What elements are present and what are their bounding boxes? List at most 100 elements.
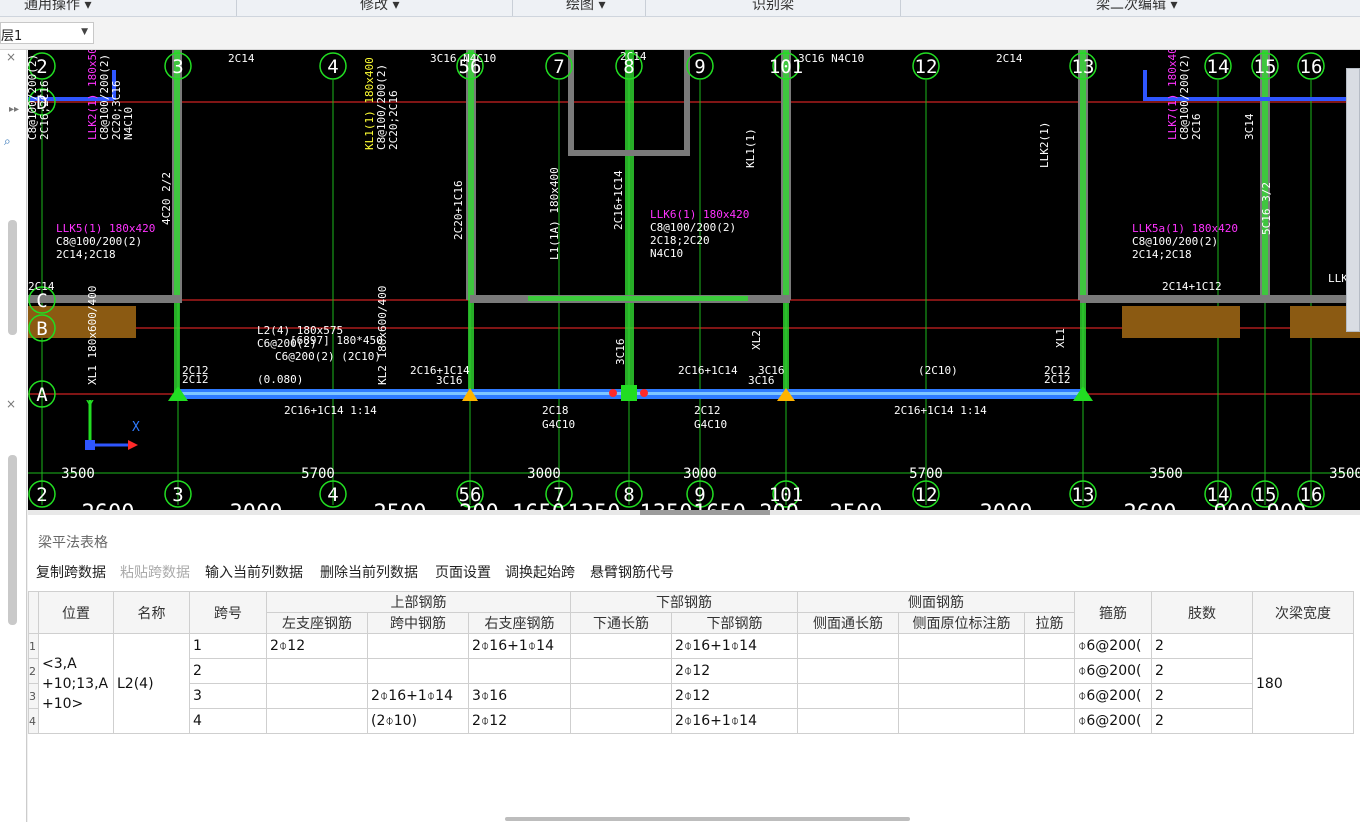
side-through-cell[interactable] xyxy=(797,708,899,734)
cantilever-code-button[interactable]: 悬臂钢筋代号 xyxy=(590,562,674,582)
table-row[interactable]: 1 <3,A +10;13,A +10> L2(4) 1 2⌽12 2⌽16+1… xyxy=(28,633,1354,734)
table-horizontal-scrollbar[interactable] xyxy=(505,817,910,821)
ribbon-general-ops[interactable]: 通用操作 ▾ xyxy=(24,0,91,14)
table-row[interactable]: 4 4 (2⌽10) 2⌽12 2⌽16+1⌽14 ⌽6@200( 2 xyxy=(28,708,1354,734)
row-index: 3 xyxy=(28,683,39,709)
dim-value: 5700 xyxy=(909,466,943,482)
annotation-text: C8@100/200(2) xyxy=(56,235,142,248)
annotation-text: 2C14 xyxy=(228,52,255,65)
annotation-text: C6@200(2) (2C10) xyxy=(275,350,381,363)
bot-bar-cell[interactable]: 2⌽16+1⌽14 xyxy=(671,633,798,659)
x-axis-label: X xyxy=(132,420,140,435)
name-cell[interactable]: L2(4) xyxy=(113,633,190,734)
side-through-cell[interactable] xyxy=(797,633,899,659)
expand-icon[interactable]: ▸▸ xyxy=(9,104,19,115)
column-group-header: 上部钢筋 xyxy=(266,591,571,613)
table-row[interactable]: 3 3 2⌽16+1⌽14 3⌽16 2⌽12 ⌽6@200( 2 xyxy=(28,683,1354,709)
ribbon-modify[interactable]: 修改 ▾ xyxy=(360,0,399,14)
top-mid-cell[interactable] xyxy=(367,633,469,659)
side-mark-cell[interactable] xyxy=(898,633,1025,659)
row-index: 4 xyxy=(28,708,39,734)
annotation-text: 3C14 xyxy=(1243,113,1256,140)
bot-through-cell[interactable] xyxy=(570,633,672,659)
span-cell[interactable]: 2 xyxy=(189,658,267,684)
search-icon[interactable]: ⌕ xyxy=(4,134,11,149)
annotation-text: 2C16+1C14 xyxy=(678,364,738,377)
bot-through-cell[interactable] xyxy=(570,658,672,684)
ribbon-recognize-beam[interactable]: 识别梁 xyxy=(752,0,794,14)
bot-through-cell[interactable] xyxy=(570,708,672,734)
top-right-cell[interactable]: 2⌽12 xyxy=(468,708,571,734)
swap-start-span-button[interactable]: 调换起始跨 xyxy=(505,562,575,582)
wall-blocks xyxy=(28,306,1360,338)
top-mid-cell[interactable]: 2⌽16+1⌽14 xyxy=(367,683,469,709)
top-right-cell[interactable]: 2⌽16+1⌽14 xyxy=(468,633,571,659)
page-setup-button[interactable]: 页面设置 xyxy=(435,562,491,582)
span-cell[interactable]: 4 xyxy=(189,708,267,734)
left-scrollbar[interactable] xyxy=(8,220,17,335)
selected-beam-l2[interactable] xyxy=(168,385,1093,401)
top-mid-cell[interactable] xyxy=(367,658,469,684)
tie-cell[interactable] xyxy=(1024,633,1075,659)
side-through-cell[interactable] xyxy=(797,683,899,709)
side-through-cell[interactable] xyxy=(797,658,899,684)
legs-cell[interactable]: 2 xyxy=(1151,708,1253,734)
bot-bar-cell[interactable]: 2⌽16+1⌽14 xyxy=(671,708,798,734)
stirrup-cell[interactable]: ⌽6@200( xyxy=(1074,683,1152,709)
dim-value: 3500 xyxy=(61,466,95,482)
top-left-cell[interactable] xyxy=(266,658,368,684)
legs-cell[interactable]: 2 xyxy=(1151,633,1253,659)
top-left-cell[interactable] xyxy=(266,683,368,709)
side-mark-cell[interactable] xyxy=(898,658,1025,684)
annotation-text: 2C14;2C18 xyxy=(56,248,116,261)
stirrup-cell[interactable]: ⌽6@200( xyxy=(1074,633,1152,659)
annotation-text: 3C16 N4C10 xyxy=(798,52,864,65)
bot-through-cell[interactable] xyxy=(570,683,672,709)
paste-span-data-button[interactable]: 粘贴跨数据 xyxy=(120,562,190,582)
floor-select[interactable]: 层1 ▼ xyxy=(0,22,94,44)
cad-drawing-canvas[interactable]: 2 3 4 56 7 8 9 101 12 13 14 15 16 2 3 4 … xyxy=(28,50,1360,510)
dim-value: 3000 xyxy=(980,501,1033,510)
chevron-down-icon[interactable]: ▼ xyxy=(81,27,88,37)
annotation-llk5: LLK5(1) 180x420 xyxy=(56,222,155,235)
annotation-kl1v: KL1(1) xyxy=(744,128,757,168)
legs-cell[interactable]: 2 xyxy=(1151,658,1253,684)
bot-bar-cell[interactable]: 2⌽12 xyxy=(671,683,798,709)
top-left-cell[interactable]: 2⌽12 xyxy=(266,633,368,659)
side-mark-cell[interactable] xyxy=(898,708,1025,734)
close-icon[interactable]: × xyxy=(6,397,16,411)
stirrup-cell[interactable]: ⌽6@200( xyxy=(1074,658,1152,684)
left-dock-panel: × ▸▸ ⌕ × xyxy=(0,50,27,822)
copy-span-data-button[interactable]: 复制跨数据 xyxy=(36,562,106,582)
floor-select-value: 层1 xyxy=(1,29,23,44)
ribbon-beam-edit[interactable]: 梁二次编辑 ▾ xyxy=(1096,0,1177,14)
top-right-cell[interactable] xyxy=(468,658,571,684)
stirrup-cell[interactable]: ⌽6@200( xyxy=(1074,708,1152,734)
span-cell[interactable]: 1 xyxy=(189,633,267,659)
delete-column-data-button[interactable]: 删除当前列数据 xyxy=(320,562,418,582)
dim-value: 3000 xyxy=(527,466,561,482)
dim-value: 3000 xyxy=(230,501,283,510)
axis-label-bottom: 2 xyxy=(36,484,47,506)
left-scrollbar[interactable] xyxy=(8,455,17,625)
span-cell[interactable]: 3 xyxy=(189,683,267,709)
tie-cell[interactable] xyxy=(1024,683,1075,709)
annotation-text: 2C16 xyxy=(1190,114,1203,141)
top-mid-cell[interactable]: (2⌽10) xyxy=(367,708,469,734)
top-right-cell[interactable]: 3⌽16 xyxy=(468,683,571,709)
tie-cell[interactable] xyxy=(1024,658,1075,684)
secondary-width-cell[interactable]: 180 xyxy=(1252,633,1354,734)
cad-side-toolbar[interactable] xyxy=(1346,68,1360,332)
axis-label-top: 15 xyxy=(1254,56,1277,78)
input-column-data-button[interactable]: 输入当前列数据 xyxy=(205,562,303,582)
table-row[interactable]: 2 2 2⌽12 ⌽6@200( 2 xyxy=(28,658,1354,684)
bot-bar-cell[interactable]: 2⌽12 xyxy=(671,658,798,684)
top-left-cell[interactable] xyxy=(266,708,368,734)
tie-cell[interactable] xyxy=(1024,708,1075,734)
ribbon-draw[interactable]: 绘图 ▾ xyxy=(566,0,605,14)
dimension-values-partial: 2600 3000 2500 200 1650 1350 1350 1650 2… xyxy=(82,501,1307,510)
position-cell[interactable]: <3,A +10;13,A +10> xyxy=(38,633,114,734)
close-icon[interactable]: × xyxy=(6,50,16,64)
side-mark-cell[interactable] xyxy=(898,683,1025,709)
legs-cell[interactable]: 2 xyxy=(1151,683,1253,709)
